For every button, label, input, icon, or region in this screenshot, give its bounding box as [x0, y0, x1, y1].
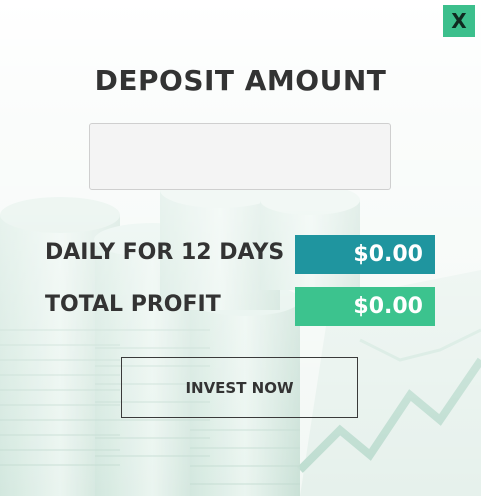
invest-now-button[interactable]: INVEST NOW	[121, 357, 358, 418]
daily-profit-value: $0.00	[295, 235, 435, 274]
total-profit-value: $0.00	[295, 287, 435, 326]
deposit-modal: X DEPOSIT AMOUNT DAILY FOR 12 DAYS $0.00…	[0, 0, 481, 496]
daily-profit-label: DAILY FOR 12 DAYS	[45, 240, 285, 265]
close-button[interactable]: X	[443, 5, 475, 37]
deposit-amount-input[interactable]	[89, 123, 391, 190]
total-profit-label: TOTAL PROFIT	[45, 292, 221, 317]
deposit-amount-title: DEPOSIT AMOUNT	[94, 64, 387, 97]
